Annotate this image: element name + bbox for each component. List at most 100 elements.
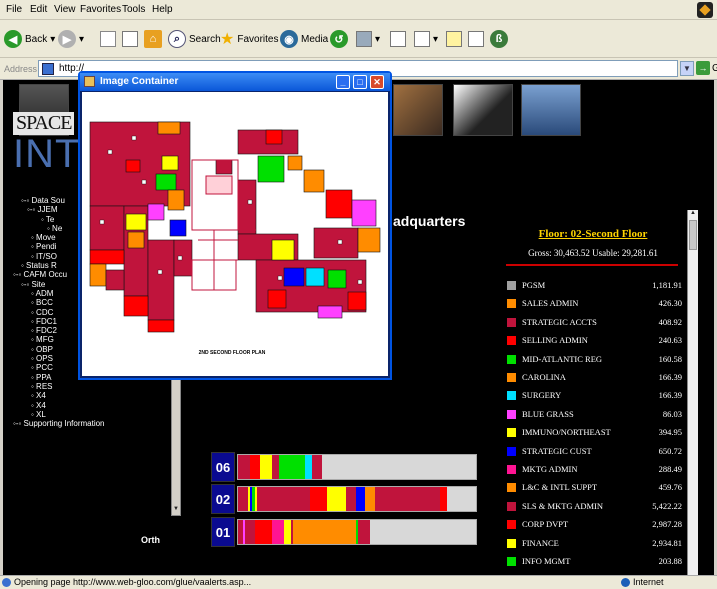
legend-item[interactable]: FINANCE 2,934.81 bbox=[498, 536, 688, 552]
mail-button[interactable]: ▾ bbox=[356, 28, 380, 50]
tree-node[interactable]: ◦ XL bbox=[13, 410, 173, 419]
department-segment[interactable] bbox=[238, 455, 250, 479]
divider bbox=[506, 264, 678, 266]
legend-item[interactable]: STRATEGIC ACCTS 408.92 bbox=[498, 315, 688, 331]
maximize-button[interactable]: □ bbox=[353, 75, 367, 89]
legend-item[interactable]: PGSM 1,181.91 bbox=[498, 278, 688, 294]
legend-item[interactable]: STRATEGIC CUST 650.72 bbox=[498, 444, 688, 460]
department-segment[interactable] bbox=[278, 455, 306, 479]
discuss-icon bbox=[446, 31, 462, 47]
legend-swatch bbox=[507, 354, 516, 364]
legend-scrollbar[interactable]: ▲ bbox=[687, 210, 698, 575]
menu-file[interactable]: File bbox=[6, 4, 22, 15]
legend-value: 160.58 bbox=[658, 353, 682, 364]
legend-item[interactable]: CAROLINA 166.39 bbox=[498, 370, 688, 386]
department-segment[interactable] bbox=[257, 487, 310, 511]
scroll-up-icon[interactable]: ▲ bbox=[688, 210, 698, 219]
legend-item[interactable]: CORP DVPT 2,987.28 bbox=[498, 517, 688, 533]
department-segment[interactable] bbox=[271, 520, 284, 544]
scroll-down-icon[interactable]: ▼ bbox=[172, 506, 180, 515]
home-button[interactable]: ⌂ bbox=[144, 28, 162, 50]
department-segment[interactable] bbox=[293, 520, 356, 544]
menu-help[interactable]: Help bbox=[152, 4, 173, 15]
header-photo bbox=[521, 84, 581, 136]
edit-button[interactable]: ▾ bbox=[414, 28, 438, 50]
floor-number[interactable]: 01 bbox=[211, 517, 235, 547]
tree-node[interactable]: ◦-◦ Supporting Information bbox=[13, 419, 173, 428]
go-button[interactable]: → Go bbox=[696, 61, 717, 75]
menu-edit[interactable]: Edit bbox=[30, 4, 47, 15]
floor-stats: Gross: 30,463.52 Usable: 29,281.61 bbox=[528, 248, 658, 258]
window-icon bbox=[84, 76, 95, 87]
back-button[interactable]: ◀ Back ▾ bbox=[4, 28, 55, 50]
status-text: Opening page http://www.web-gloo.com/glu… bbox=[14, 577, 252, 587]
internet-zone-icon bbox=[621, 578, 630, 587]
menu-favorites[interactable]: Favorites bbox=[80, 4, 121, 15]
legend-item[interactable]: SALES ADMIN 426.30 bbox=[498, 296, 688, 312]
legend-item[interactable]: SURGERY 166.39 bbox=[498, 388, 688, 404]
legend-item[interactable]: BLUE GRASS 86.03 bbox=[498, 407, 688, 423]
forward-button[interactable]: ▶ ▾ bbox=[58, 28, 84, 50]
department-segment[interactable] bbox=[326, 487, 346, 511]
minimize-button[interactable]: _ bbox=[336, 75, 350, 89]
floor-occupancy-bar bbox=[237, 486, 477, 512]
tree-node[interactable]: ◦ X4 bbox=[13, 391, 173, 400]
department-segment[interactable] bbox=[305, 455, 313, 479]
legend-item[interactable]: L&C & INTL SUPPT 459.76 bbox=[498, 480, 688, 496]
legend-name: SLS & MKTG ADMIN bbox=[522, 500, 603, 511]
floor-number[interactable]: 06 bbox=[211, 452, 235, 482]
department-segment[interactable] bbox=[309, 487, 327, 511]
legend-item[interactable]: MID-ATLANTIC REG 160.58 bbox=[498, 352, 688, 368]
legend-value: 288.49 bbox=[658, 464, 682, 474]
menu-tools[interactable]: Tools bbox=[122, 4, 145, 15]
discuss-button[interactable] bbox=[446, 28, 462, 50]
floor-title[interactable]: Floor: 02-Second Floor bbox=[498, 228, 688, 240]
department-segment[interactable] bbox=[238, 487, 248, 511]
legend-value: 394.95 bbox=[658, 427, 682, 438]
department-segment[interactable] bbox=[283, 520, 291, 544]
legend-item[interactable]: IMMUNO/NORTHEAST 394.95 bbox=[498, 425, 688, 441]
stop-button[interactable] bbox=[100, 28, 116, 50]
favorites-button[interactable]: ★ Favorites bbox=[220, 28, 278, 50]
menu-view[interactable]: View bbox=[54, 4, 76, 15]
department-segment[interactable] bbox=[355, 487, 366, 511]
department-segment[interactable] bbox=[345, 487, 356, 511]
legend-swatch bbox=[507, 373, 516, 382]
tree-node[interactable]: ◦ X4 bbox=[13, 401, 173, 410]
history-button[interactable]: ↺ bbox=[330, 28, 348, 50]
tree-node[interactable]: ◦ RES bbox=[13, 382, 173, 391]
refresh-button[interactable] bbox=[122, 28, 138, 50]
department-segment[interactable] bbox=[357, 520, 370, 544]
department-segment[interactable] bbox=[259, 455, 272, 479]
stop-icon bbox=[100, 31, 116, 47]
search-button[interactable]: ⌕ Search bbox=[168, 28, 221, 50]
window-title: Image Container bbox=[100, 76, 179, 87]
address-dropdown-button[interactable]: ▼ bbox=[680, 61, 694, 76]
print-button[interactable] bbox=[390, 28, 406, 50]
messenger-button[interactable] bbox=[468, 28, 484, 50]
legend-name: STRATEGIC CUST bbox=[522, 445, 592, 456]
legend-item[interactable]: INFO MGMT 203.88 bbox=[498, 554, 688, 570]
close-button[interactable]: ✕ bbox=[370, 75, 384, 89]
department-segment[interactable] bbox=[245, 520, 255, 544]
home-icon: ⌂ bbox=[144, 30, 162, 48]
scroll-thumb[interactable] bbox=[689, 220, 697, 250]
research-button[interactable]: ß bbox=[490, 28, 508, 50]
department-segment[interactable] bbox=[271, 455, 279, 479]
legend-item[interactable]: MKTG ADMIN 288.49 bbox=[498, 462, 688, 478]
media-button[interactable]: ◉ Media bbox=[280, 28, 328, 50]
department-segment[interactable] bbox=[312, 455, 322, 479]
department-segment[interactable] bbox=[374, 487, 440, 511]
legend-value: 426.30 bbox=[658, 298, 682, 309]
department-segment[interactable] bbox=[250, 455, 260, 479]
legend-item[interactable]: SELLING ADMIN 240.63 bbox=[498, 333, 688, 349]
legend-name: MID-ATLANTIC REG bbox=[522, 353, 603, 364]
mail-icon bbox=[356, 31, 372, 47]
department-segment[interactable] bbox=[254, 520, 272, 544]
legend-value: 166.39 bbox=[658, 390, 682, 401]
department-segment[interactable] bbox=[439, 487, 447, 511]
legend-item[interactable]: SLS & MKTG ADMIN 5,422.22 bbox=[498, 499, 688, 515]
department-segment[interactable] bbox=[365, 487, 375, 511]
legend-name: IMMUNO/NORTHEAST bbox=[522, 427, 611, 438]
floor-number[interactable]: 02 bbox=[211, 484, 235, 514]
